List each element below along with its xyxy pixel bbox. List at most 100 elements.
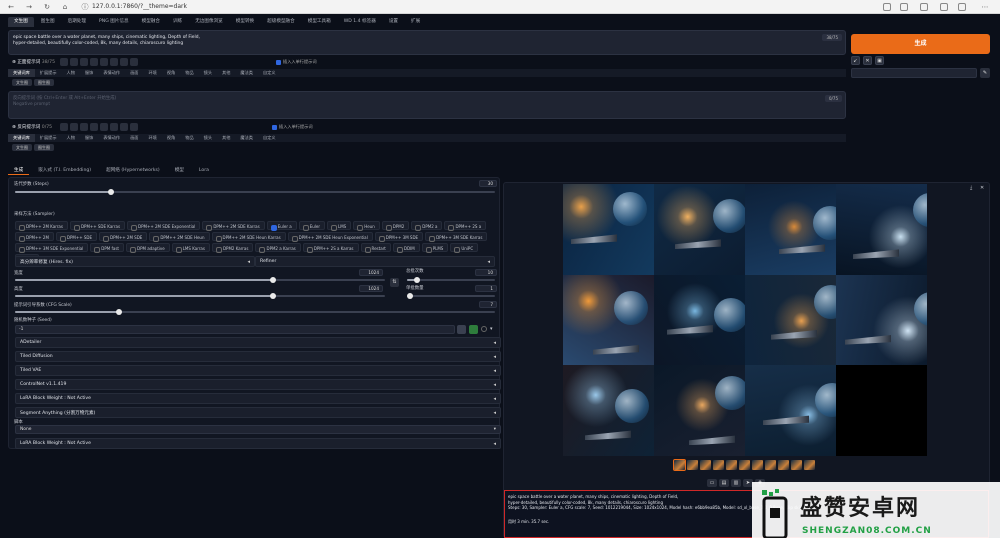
tiled-vae-accordion[interactable]: Tiled VAE ◂ (15, 365, 501, 376)
generated-image[interactable] (563, 274, 654, 366)
network-tab[interactable]: 环境 (143, 69, 161, 77)
generated-image[interactable] (836, 184, 927, 275)
sampler-option[interactable]: DPM++ 2M SDE (99, 232, 148, 242)
expand-icon[interactable]: ▾ (490, 326, 493, 332)
network-tab[interactable]: 扩展提示 (35, 134, 62, 142)
sampler-option[interactable]: UniPC (450, 243, 479, 253)
tiled-diffusion-accordion[interactable]: Tiled Diffusion ◂ (15, 351, 501, 362)
network-tab[interactable]: 画面 (125, 134, 143, 142)
address-bar[interactable]: 127.0.0.1:7860/?__theme=dark (92, 2, 892, 12)
segment-anything-accordion[interactable]: Segment Anything (分割万物元素) ◂ (15, 407, 501, 418)
prompt-input[interactable]: epic space battle over a water planet, m… (8, 30, 846, 55)
sampler-option[interactable]: Heun (353, 221, 380, 231)
sampler-option[interactable]: DPM2 Karras (211, 243, 254, 253)
thumbnail[interactable] (739, 460, 750, 470)
top-tab[interactable]: 模型工具箱 (302, 17, 337, 27)
cfg-slider[interactable] (15, 309, 495, 315)
sampler-option[interactable]: DPM++ 2M SDE Karras (202, 221, 265, 231)
sampler-option[interactable]: DPM2 a Karras (255, 243, 301, 253)
network-tab[interactable]: 物品 (180, 134, 198, 142)
top-tab[interactable]: 模型转换 (230, 17, 260, 27)
thumbnail[interactable] (804, 460, 815, 470)
network-tab[interactable]: 画面 (125, 69, 143, 77)
network-tab[interactable]: 表情动作 (98, 69, 125, 77)
network-tab[interactable]: 服饰 (80, 134, 98, 142)
network-send-button[interactable]: 图生图 (34, 144, 54, 151)
extra-seed-checkbox[interactable] (481, 326, 487, 332)
mode-tab[interactable]: Lora (193, 166, 215, 175)
lora-block-weight-accordion[interactable]: LoRA Block Weight : Not Active ◂ (15, 393, 501, 404)
save-icon[interactable]: ▤ (719, 479, 729, 487)
sampler-option[interactable]: DPM fast (90, 243, 124, 253)
positive-single-line-toggle[interactable]: 插入入单行提示词 (276, 59, 317, 65)
batch-count-slider[interactable] (407, 277, 495, 283)
network-tool-icon[interactable] (100, 123, 108, 131)
sampler-option[interactable]: DPM++ SDE Karras (69, 221, 126, 231)
thumbnail[interactable] (673, 459, 686, 471)
batch-size-slider[interactable] (407, 293, 495, 299)
network-tab[interactable]: 自定义 (258, 134, 281, 142)
network-tab[interactable]: 人物 (62, 134, 80, 142)
image-grid[interactable] (563, 184, 927, 456)
profile-icon[interactable] (958, 3, 966, 11)
back-icon[interactable]: ← (6, 2, 16, 12)
height-input[interactable]: 1024 (359, 285, 383, 292)
recycle-icon[interactable] (469, 325, 478, 334)
negative-single-line-toggle[interactable]: 插入入单行提示词 (272, 124, 313, 130)
steps-input[interactable]: 30 (479, 180, 497, 187)
style-select[interactable] (851, 68, 977, 78)
network-send-button[interactable]: 文生图 (12, 144, 32, 151)
network-send-button[interactable]: 图生图 (34, 79, 54, 86)
network-tool-icon[interactable] (100, 58, 108, 66)
extension-icon[interactable] (883, 3, 891, 11)
generated-image[interactable] (836, 274, 927, 366)
swap-dimensions-icon[interactable]: ⇅ (390, 278, 399, 287)
network-tab[interactable]: 镜头 (199, 134, 217, 142)
network-tab[interactable]: 自定义 (258, 69, 281, 77)
steps-slider[interactable] (15, 189, 495, 195)
thumbnail[interactable] (778, 460, 789, 470)
top-tab[interactable]: 训练 (167, 17, 188, 27)
sampler-option[interactable]: DPM++ 2M SDE Heun Exponential (287, 232, 373, 242)
sampler-option[interactable]: LMS (326, 221, 352, 231)
top-tab[interactable]: WD 1.4 标签器 (338, 17, 382, 27)
network-tool-icon[interactable] (130, 58, 138, 66)
clipboard-icon[interactable]: ▣ (875, 56, 884, 65)
batch-size-slider-knob[interactable] (407, 293, 413, 299)
mode-tab[interactable]: 嵌入式 (T.I. Embedding) (32, 166, 97, 175)
batch-size-input[interactable]: 1 (475, 285, 497, 292)
top-tab[interactable]: 无边图像浏览 (189, 17, 229, 27)
sampler-option[interactable]: DPM2 (381, 221, 410, 231)
network-tab[interactable]: 服饰 (80, 69, 98, 77)
thumbnail[interactable] (726, 460, 737, 470)
sampler-option[interactable]: DPM++ 2M (15, 232, 54, 242)
star-icon[interactable] (900, 3, 908, 11)
mode-tab[interactable]: 超网络 (Hypernetworks) (100, 166, 166, 175)
sampler-option[interactable]: DPM++ 2S a (444, 221, 487, 231)
top-tab[interactable]: 扩展 (405, 17, 426, 27)
sampler-option[interactable]: DPM++ 3M SDE (374, 232, 424, 242)
network-tab[interactable]: 环境 (143, 134, 161, 142)
sampler-option[interactable]: Restart (360, 243, 391, 253)
network-tab[interactable]: 其他 (217, 134, 235, 142)
network-tool-icon[interactable] (90, 123, 98, 131)
cfg-slider-knob[interactable] (115, 309, 122, 315)
sampler-option[interactable]: DPM++ 3M SDE Karras (425, 232, 488, 242)
sampler-option[interactable]: DPM adaptive (126, 243, 170, 253)
paste-icon[interactable]: ↙ (851, 56, 860, 65)
home-icon[interactable]: ⌂ (60, 2, 70, 12)
sampler-option[interactable]: DPM++ 2M SDE Heun Karras (211, 232, 286, 242)
network-tool-icon[interactable] (70, 123, 78, 131)
thumbnail[interactable] (687, 460, 698, 470)
generated-image[interactable] (563, 184, 654, 275)
seed-input[interactable]: -1 (15, 325, 455, 334)
mode-tab[interactable]: 模型 (169, 166, 190, 175)
network-tab[interactable]: 魔法类 (235, 134, 258, 142)
network-tab[interactable]: 其他 (217, 69, 235, 77)
top-tab[interactable]: 后期处理 (62, 17, 92, 27)
sampler-option[interactable]: LMS Karras (171, 243, 210, 253)
thumbnail[interactable] (765, 460, 776, 470)
network-tab[interactable]: 视角 (162, 69, 180, 77)
network-tab[interactable]: 物品 (180, 69, 198, 77)
network-tool-icon[interactable] (80, 58, 88, 66)
